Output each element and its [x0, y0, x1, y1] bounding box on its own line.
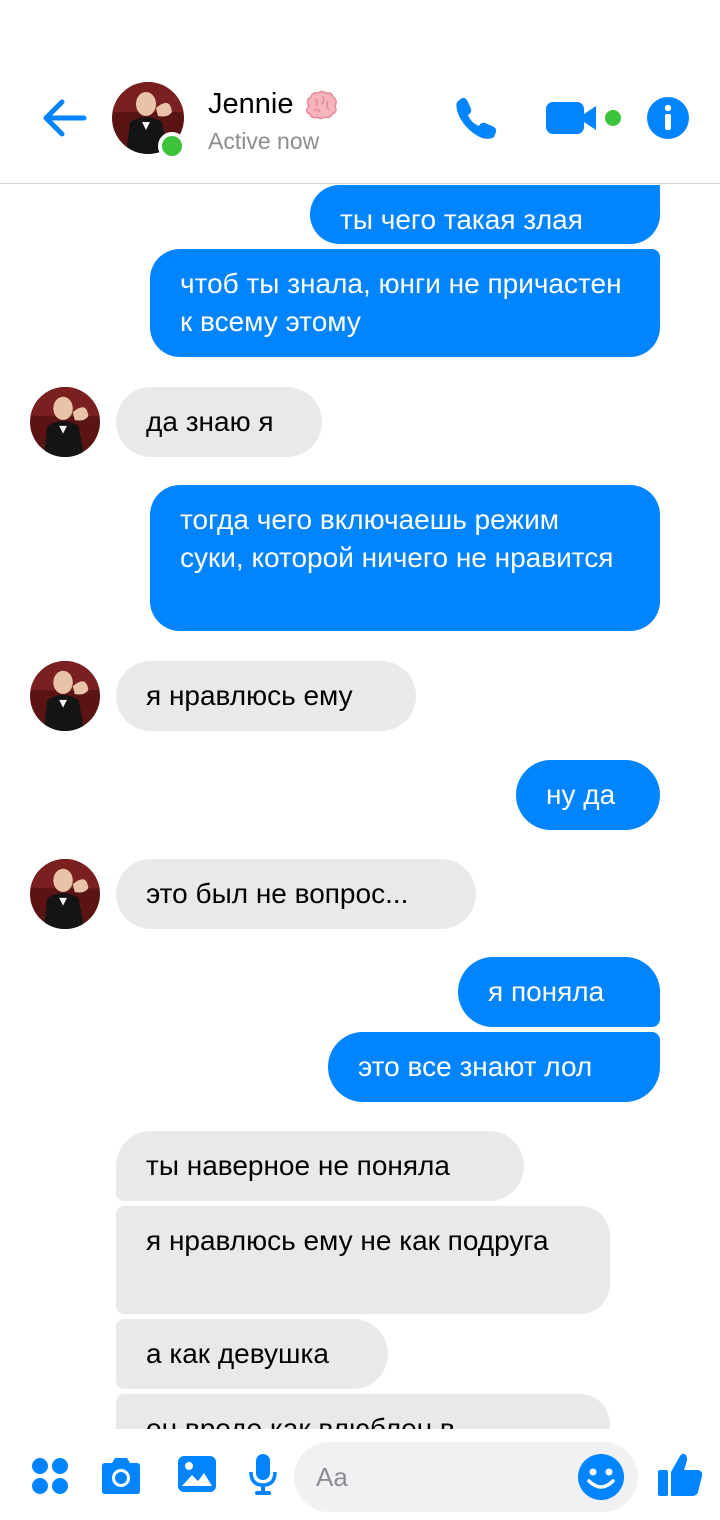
contact-name[interactable]: Jennie	[208, 88, 293, 121]
message-bubble-incoming[interactable]: а как девушка	[116, 1319, 388, 1389]
message-bubble-incoming[interactable]: да знаю я	[116, 387, 322, 457]
contact-avatar-small[interactable]	[30, 387, 100, 457]
message-bubble-incoming[interactable]: это был не вопрос...	[116, 859, 476, 929]
message-bubble-incoming[interactable]: я нравлюсь ему не как подруга	[116, 1206, 610, 1314]
emoji-icon[interactable]	[576, 1452, 626, 1502]
microphone-icon[interactable]	[248, 1452, 278, 1496]
gallery-icon[interactable]	[176, 1454, 218, 1494]
message-bubble-incoming[interactable]: ты наверное не поняла	[116, 1131, 524, 1201]
message-input-container[interactable]	[294, 1442, 638, 1512]
phone-call-icon[interactable]	[452, 94, 500, 142]
message-bubble-incoming[interactable]: он вроде как влюблен в	[116, 1394, 610, 1429]
brain-icon	[306, 90, 338, 119]
message-bubble-outgoing[interactable]: ну да	[516, 760, 660, 830]
online-status-dot	[158, 132, 186, 160]
contact-avatar-small[interactable]	[30, 859, 100, 929]
apps-icon[interactable]	[30, 1456, 70, 1496]
message-bubble-outgoing[interactable]: чтоб ты знала, юнги не причастен к всему…	[150, 249, 660, 357]
contact-avatar-small[interactable]	[30, 661, 100, 731]
back-arrow-icon[interactable]	[38, 96, 88, 140]
message-bubble-outgoing[interactable]: я поняла	[458, 957, 660, 1027]
message-bubble-outgoing[interactable]: ты чего такая злая	[310, 185, 660, 244]
message-thread[interactable]: ты чего такая злая чтоб ты знала, юнги н…	[0, 185, 720, 1429]
message-composer	[0, 1430, 720, 1520]
chat-header: Jennie Active now	[0, 0, 720, 184]
video-call-icon[interactable]	[544, 100, 626, 136]
info-icon[interactable]	[646, 96, 690, 140]
message-input[interactable]	[316, 1442, 556, 1512]
contact-status: Active now	[208, 128, 320, 154]
message-bubble-outgoing[interactable]: тогда чего включаешь режим суки, которой…	[150, 485, 660, 631]
message-bubble-outgoing[interactable]: это все знают лол	[328, 1032, 660, 1102]
message-bubble-incoming[interactable]: я нравлюсь ему	[116, 661, 416, 731]
contact-name-row[interactable]: Jennie	[208, 88, 339, 121]
camera-icon[interactable]	[98, 1456, 144, 1496]
like-icon[interactable]	[656, 1450, 704, 1498]
